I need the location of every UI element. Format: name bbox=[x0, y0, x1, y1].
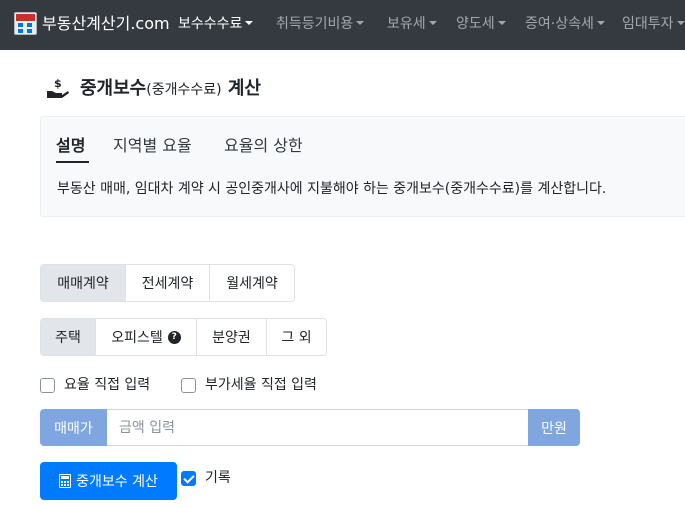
info-card bbox=[40, 116, 685, 217]
brand-logo-icon[interactable] bbox=[14, 12, 37, 35]
property-type-presale-right-button[interactable]: 분양권 bbox=[197, 319, 267, 355]
vat-direct-checkbox[interactable] bbox=[181, 377, 196, 393]
nav-item-gift-inheritance-tax[interactable]: 증여·상속세 bbox=[525, 14, 605, 34]
tab-rate-limit[interactable]: 요율의 상한 bbox=[224, 135, 303, 157]
vat-direct-option: 부가세율 직접 입력 bbox=[181, 375, 317, 395]
rate-direct-checkbox[interactable] bbox=[40, 377, 55, 393]
nav-item-holding-tax[interactable]: 보유세 bbox=[387, 14, 437, 34]
price-input-label: 매매가 bbox=[40, 409, 107, 446]
nav-item-label: 임대투자 bbox=[622, 16, 674, 32]
nav-item-label: 취득등기비용 bbox=[276, 16, 354, 32]
rate-direct-option: 요율 직접 입력 bbox=[40, 375, 150, 395]
price-input[interactable] bbox=[107, 409, 528, 446]
tab-regional-rates[interactable]: 지역별 요율 bbox=[113, 135, 192, 157]
card-description: 부동산 매매, 임대차 계약 시 공인중개사에 지불해야 하는 중개보수(중개수… bbox=[57, 181, 607, 197]
contract-type-jeonse-button[interactable]: 전세계약 bbox=[126, 265, 210, 301]
record-option: 기록 bbox=[181, 468, 231, 488]
nav-item-transfer-tax[interactable]: 양도세 bbox=[456, 14, 506, 34]
nav-item-label: 보수수수료 bbox=[178, 16, 243, 32]
svg-text:$: $ bbox=[54, 77, 62, 90]
nav-item-label: 보유세 bbox=[387, 16, 426, 32]
rate-direct-label[interactable]: 요율 직접 입력 bbox=[64, 375, 150, 395]
property-type-officetel-label: 오피스텔 bbox=[111, 330, 163, 346]
caret-down-icon bbox=[676, 21, 685, 25]
contract-type-group: 매매계약 전세계약 월세계약 bbox=[40, 264, 295, 302]
caret-down-icon bbox=[356, 21, 365, 25]
page-title-tail: 계산 bbox=[221, 78, 261, 99]
record-checkbox[interactable] bbox=[181, 470, 196, 486]
vat-direct-label[interactable]: 부가세율 직접 입력 bbox=[205, 375, 317, 395]
calculate-fee-button-label: 중개보수 계산 bbox=[76, 474, 158, 490]
caret-down-icon bbox=[596, 21, 605, 25]
contract-type-sale-button[interactable]: 매매계약 bbox=[41, 265, 126, 301]
record-label[interactable]: 기록 bbox=[205, 468, 231, 488]
calculator-icon bbox=[59, 474, 72, 488]
nav-item-brokerage-fee[interactable]: 보수수수료 bbox=[178, 14, 254, 34]
page-title-main: 중개보수 bbox=[80, 78, 147, 99]
property-type-other-button[interactable]: 그 외 bbox=[267, 319, 326, 355]
property-type-house-button[interactable]: 주택 bbox=[41, 319, 96, 355]
property-type-group: 주택 오피스텔? 분양권 그 외 bbox=[40, 318, 327, 356]
nav-item-label: 양도세 bbox=[456, 16, 495, 32]
page-title-paren: (중개수수료) bbox=[146, 82, 222, 98]
hand-money-icon: $ bbox=[47, 77, 69, 98]
top-navbar: 부동산계산기.com 보수수수료 취득등기비용 보유세 양도세 증여·상속세 임… bbox=[0, 0, 685, 50]
nav-item-acquisition-cost[interactable]: 취득등기비용 bbox=[276, 14, 365, 34]
caret-down-icon bbox=[497, 21, 506, 25]
price-unit-label: 만원 bbox=[528, 409, 580, 446]
property-type-officetel-button[interactable]: 오피스텔? bbox=[96, 319, 197, 355]
brand-name[interactable]: 부동산계산기.com bbox=[42, 13, 170, 35]
active-tab-indicator bbox=[56, 161, 89, 163]
caret-down-icon bbox=[245, 21, 254, 25]
tab-description[interactable]: 설명 bbox=[56, 135, 85, 157]
nav-item-label: 증여·상속세 bbox=[525, 16, 594, 32]
contract-type-monthly-rent-button[interactable]: 월세계약 bbox=[210, 265, 294, 301]
nav-item-rental-investment[interactable]: 임대투자 bbox=[622, 14, 685, 34]
page-title: 중개보수(중개수수료) 계산 bbox=[80, 76, 261, 103]
caret-down-icon bbox=[428, 21, 437, 25]
calculate-fee-button[interactable]: 중개보수 계산 bbox=[40, 462, 177, 500]
question-circle-icon[interactable]: ? bbox=[167, 330, 181, 344]
